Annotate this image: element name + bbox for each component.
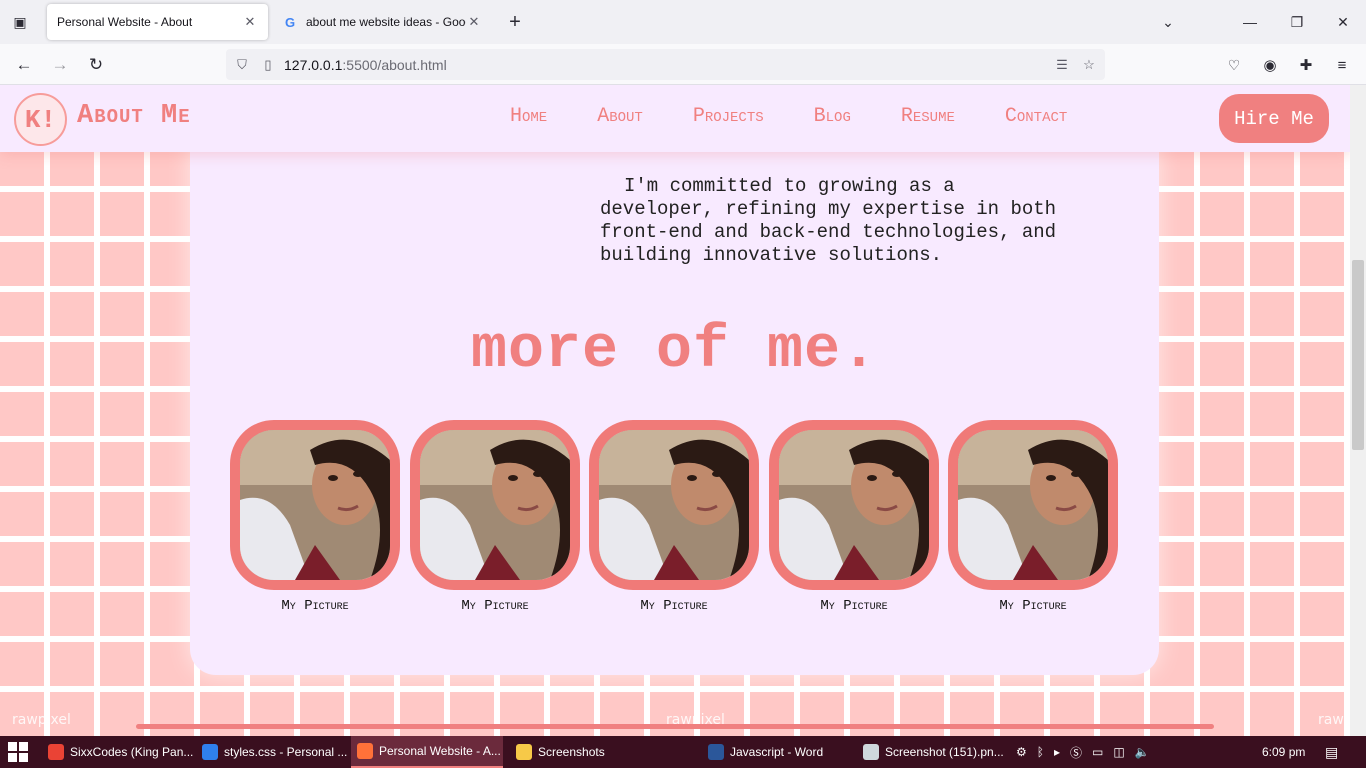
picture-caption: My Picture [461, 598, 529, 614]
taskbar-item-label: Personal Website - A... [379, 744, 501, 758]
picture-caption: My Picture [999, 598, 1067, 614]
taskbar-item-label: Screenshot (151).pn... [885, 745, 1004, 759]
taskbar-item-label: Screenshots [538, 745, 605, 759]
shield-icon[interactable]: ⛉ [232, 57, 252, 73]
taskbar-item[interactable]: Javascript - Word [702, 736, 852, 768]
site-title: About Me [77, 101, 191, 131]
taskbar-item-label: SixxCodes (King Pan... [70, 745, 194, 759]
vertical-scrollbar[interactable] [1350, 85, 1366, 736]
browser-navbar: ← → ↻ ⛉ ▯ 127.0.0.1:5500/about.html ☰ ☆ … [0, 44, 1366, 85]
bookmark-star-icon[interactable]: ☆ [1079, 57, 1099, 73]
app-icon [357, 743, 373, 759]
taskbar-item[interactable]: Screenshot (151).pn... [857, 736, 1007, 768]
taskbar-item[interactable]: SixxCodes (King Pan... [42, 736, 194, 768]
account-icon[interactable]: ◉ [1257, 52, 1283, 78]
windows-start-icon[interactable] [8, 742, 28, 762]
site-nav: Home About Projects Blog Resume Contact [510, 105, 1117, 128]
taskbar-item[interactable]: Personal Website - A... [351, 736, 503, 768]
picture-gallery: My Picture My Picture My Picture My Picture… [230, 420, 1120, 620]
taskbar: SixxCodes (King Pan... styles.css - Perso… [0, 736, 1366, 768]
profile-photo [948, 420, 1118, 590]
network-icon[interactable]: ◫ [1113, 745, 1124, 759]
close-tab-icon[interactable]: ✕ [466, 14, 482, 30]
picture-caption: My Picture [640, 598, 708, 614]
profile-photo [589, 420, 759, 590]
site-header: K! About Me Home About Projects Blog Res… [0, 85, 1350, 152]
close-window-icon[interactable]: ✕ [1331, 10, 1355, 34]
back-icon[interactable]: ← [11, 52, 37, 78]
taskbar-item[interactable]: Screenshots [510, 736, 660, 768]
taskbar-item[interactable]: styles.css - Personal ... [196, 736, 348, 768]
profile-photo [230, 420, 400, 590]
horizontal-scrollbar[interactable] [136, 724, 1214, 729]
profile-photo [769, 420, 939, 590]
close-tab-icon[interactable]: ✕ [242, 14, 258, 30]
notifications-icon[interactable]: ▤ [1325, 736, 1338, 768]
nav-resume[interactable]: Resume [901, 105, 955, 128]
minimize-icon[interactable]: — [1238, 10, 1262, 34]
nav-about[interactable]: About [597, 105, 643, 128]
system-tray: ⚙ ᛒ ▸ Ⓢ ▭ ◫ 🔈 [1016, 736, 1150, 768]
new-tab-icon[interactable]: + [503, 10, 527, 34]
restore-icon[interactable]: ❐ [1285, 10, 1309, 34]
forward-icon[interactable]: → [47, 52, 73, 78]
clock[interactable]: 6:09 pm [1262, 736, 1305, 768]
pocket-icon[interactable]: ♡ [1221, 52, 1247, 78]
menu-icon[interactable]: ≡ [1329, 52, 1355, 78]
nav-projects[interactable]: Projects [693, 105, 764, 128]
hire-me-button[interactable]: Hire Me [1219, 94, 1329, 143]
picture-card: My Picture [589, 420, 759, 614]
app-icon [516, 744, 532, 760]
profile-photo [410, 420, 580, 590]
browser-tabstrip: ▣ Personal Website - About ✕ G about me … [0, 0, 1366, 44]
picture-caption: My Picture [281, 598, 349, 614]
picture-card: My Picture [410, 420, 580, 614]
page-icon: ▯ [264, 56, 272, 72]
tab-personal-website[interactable]: Personal Website - About ✕ [47, 4, 268, 40]
page-viewport: rawpixel rawpixel rawp I'm committed to … [0, 85, 1350, 736]
watermark: rawpixel [12, 712, 71, 728]
tab-google-search[interactable]: G about me website ideas - Googl ✕ [272, 4, 492, 40]
app-icon [48, 744, 64, 760]
tab-title: Personal Website - About [57, 15, 193, 29]
tab-list-icon[interactable]: ▣ [8, 10, 32, 34]
app-icon [863, 744, 879, 760]
intro-paragraph: I'm committed to growing as a developer,… [600, 175, 1057, 266]
scrollbar-thumb[interactable] [1352, 260, 1364, 450]
extensions-icon[interactable]: ✚ [1293, 52, 1319, 78]
reader-view-icon[interactable]: ☰ [1052, 57, 1072, 73]
skype-icon[interactable]: Ⓢ [1070, 744, 1082, 761]
nav-home[interactable]: Home [510, 105, 547, 128]
google-icon: G [284, 14, 296, 30]
chevron-down-icon[interactable]: ⌄ [1156, 10, 1180, 34]
app-icon [708, 744, 724, 760]
taskbar-item-label: styles.css - Personal ... [224, 745, 348, 759]
url-host: 127.0.0.1 [284, 56, 343, 73]
picture-card: My Picture [948, 420, 1118, 614]
volume-icon[interactable]: 🔈 [1135, 745, 1150, 759]
play-icon[interactable]: ▸ [1054, 745, 1060, 759]
watermark: rawp [1318, 712, 1350, 728]
nav-blog[interactable]: Blog [814, 105, 851, 128]
url-path: :5500/about.html [342, 56, 447, 73]
section-title: more of me. [470, 317, 879, 385]
battery-icon[interactable]: ▭ [1092, 745, 1103, 759]
picture-caption: My Picture [820, 598, 888, 614]
app-icon [202, 744, 218, 760]
nav-contact[interactable]: Contact [1005, 105, 1067, 128]
tab-title: about me website ideas - Googl [306, 15, 466, 29]
url-bar[interactable]: ⛉ ▯ 127.0.0.1:5500/about.html ☰ ☆ [226, 49, 1105, 80]
picture-card: My Picture [769, 420, 939, 614]
content-card: I'm committed to growing as a developer,… [190, 85, 1159, 675]
site-logo[interactable]: K! [14, 93, 67, 146]
reload-icon[interactable]: ↻ [83, 52, 109, 78]
bluetooth-icon[interactable]: ᛒ [1037, 745, 1044, 759]
taskbar-item-label: Javascript - Word [730, 745, 824, 759]
picture-card: My Picture [230, 420, 400, 614]
steam-icon[interactable]: ⚙ [1016, 745, 1027, 759]
